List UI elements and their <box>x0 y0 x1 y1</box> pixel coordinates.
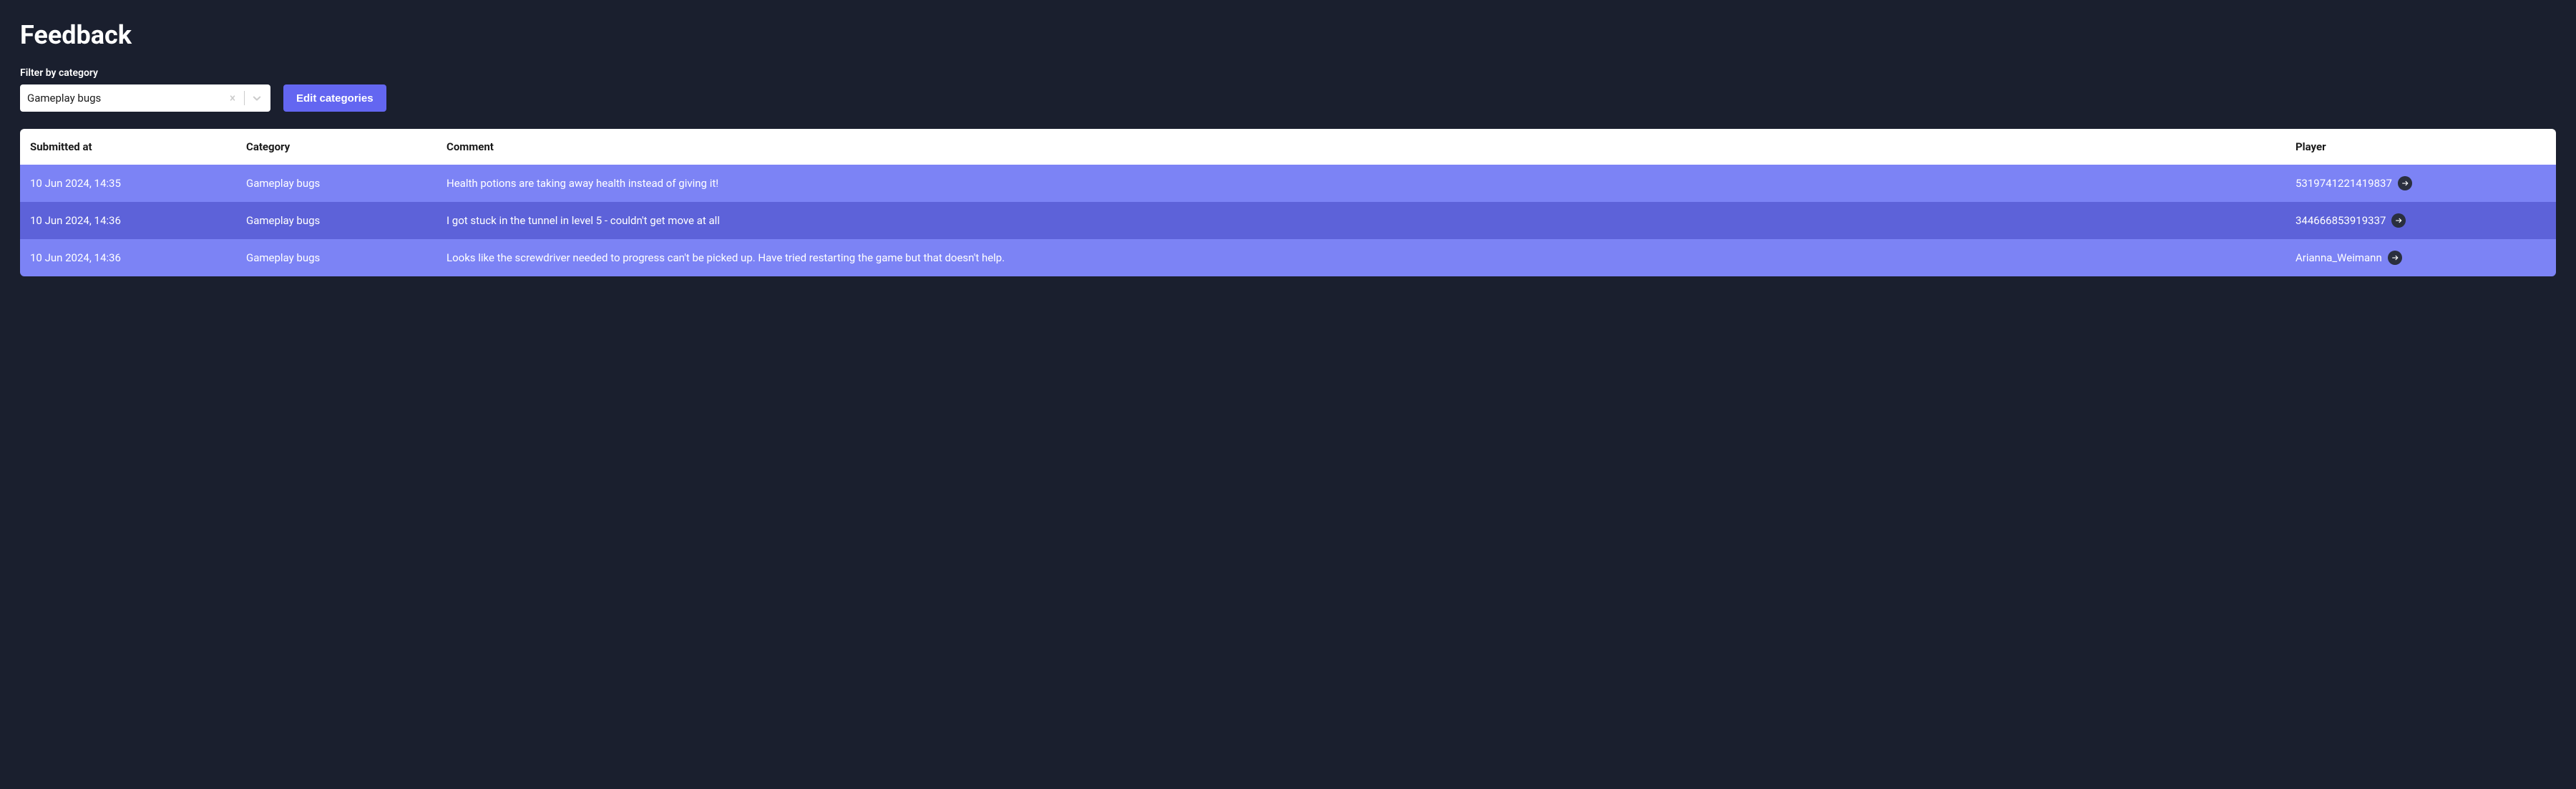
arrow-right-icon <box>2401 179 2409 188</box>
cell-category: Gameplay bugs <box>246 214 447 227</box>
feedback-table: Submitted at Category Comment Player 10 … <box>20 129 2556 276</box>
page-title: Feedback <box>20 20 2556 50</box>
table-row: 10 Jun 2024, 14:35 Gameplay bugs Health … <box>20 165 2556 202</box>
player-id: 5319741221419837 <box>2296 177 2392 190</box>
player-id: 344666853919337 <box>2296 214 2386 227</box>
player-link-button[interactable] <box>2391 213 2406 228</box>
table-header: Submitted at Category Comment Player <box>20 129 2556 165</box>
edit-categories-button[interactable]: Edit categories <box>283 84 386 112</box>
filter-section: Filter by category Gameplay bugs Edit ca… <box>20 67 2556 112</box>
cell-submitted-at: 10 Jun 2024, 14:36 <box>30 251 246 264</box>
category-select[interactable]: Gameplay bugs <box>20 84 270 112</box>
select-controls <box>227 91 263 105</box>
arrow-right-icon <box>2391 253 2399 262</box>
clear-icon[interactable] <box>227 92 238 104</box>
cell-submitted-at: 10 Jun 2024, 14:36 <box>30 214 246 227</box>
cell-player: Arianna_Weimann <box>2296 251 2546 265</box>
cell-category: Gameplay bugs <box>246 177 447 190</box>
cell-player: 344666853919337 <box>2296 213 2546 228</box>
select-value: Gameplay bugs <box>27 92 227 105</box>
cell-comment: Health potions are taking away health in… <box>447 177 2296 190</box>
cell-comment: Looks like the screwdriver needed to pro… <box>447 251 2296 264</box>
table-row: 10 Jun 2024, 14:36 Gameplay bugs Looks l… <box>20 239 2556 276</box>
arrow-right-icon <box>2394 216 2403 225</box>
cell-player: 5319741221419837 <box>2296 176 2546 190</box>
header-comment: Comment <box>447 140 2296 153</box>
filter-label: Filter by category <box>20 67 270 79</box>
cell-submitted-at: 10 Jun 2024, 14:35 <box>30 177 246 190</box>
header-category: Category <box>246 140 447 153</box>
select-divider <box>244 91 245 105</box>
header-submitted-at: Submitted at <box>30 140 246 153</box>
chevron-down-icon[interactable] <box>250 92 263 105</box>
player-link-button[interactable] <box>2398 176 2412 190</box>
cell-category: Gameplay bugs <box>246 251 447 264</box>
header-player: Player <box>2296 140 2546 153</box>
player-link-button[interactable] <box>2388 251 2402 265</box>
cell-comment: I got stuck in the tunnel in level 5 - c… <box>447 214 2296 227</box>
table-row: 10 Jun 2024, 14:36 Gameplay bugs I got s… <box>20 202 2556 239</box>
player-id: Arianna_Weimann <box>2296 251 2382 264</box>
filter-group: Filter by category Gameplay bugs <box>20 67 270 112</box>
